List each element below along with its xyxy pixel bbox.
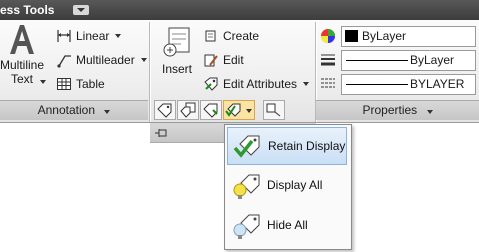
edit-label: Edit: [223, 53, 244, 67]
block-panel-title[interactable]: [150, 120, 316, 122]
color-wheel-icon[interactable]: [320, 28, 336, 44]
block-extra-button[interactable]: [263, 100, 285, 120]
annotation-panel-title-text: Annotation: [37, 103, 96, 117]
ribbon: Multiline Text Linear Multileader Table: [0, 20, 479, 123]
multiline-text-label-2: Text: [10, 72, 33, 86]
properties-panel-title-text: Properties: [362, 103, 418, 117]
multiline-text-label-1: Multiline: [0, 58, 45, 72]
linear-label: Linear: [76, 29, 110, 43]
annotation-panel-expand-icon: [104, 110, 111, 114]
create-block-icon: [203, 28, 219, 44]
multileader-label: Multileader: [76, 53, 135, 67]
insert-label: Insert: [161, 62, 192, 76]
color-swatch: [345, 30, 358, 42]
attribute-display-button[interactable]: [223, 100, 255, 120]
display-all-icon: [233, 174, 260, 199]
multiline-text-button[interactable]: Multiline Text: [0, 22, 44, 98]
attribute-definition-button[interactable]: [154, 100, 176, 120]
block-extra-icon: [266, 103, 281, 117]
linetype-select[interactable]: BYLAYER: [341, 74, 476, 95]
menu-item-hide-all[interactable]: Hide All: [227, 207, 347, 245]
multileader-icon: [56, 52, 72, 68]
edit-block-icon: [203, 52, 219, 68]
linear-dropdown-icon: [115, 34, 122, 38]
linetype-value: BYLAYER: [410, 77, 465, 91]
color-select[interactable]: ByLayer: [341, 26, 476, 47]
table-icon: [56, 76, 72, 92]
window-title: ess Tools: [0, 3, 55, 17]
table-label: Table: [76, 77, 105, 91]
sync-tag-icon: [203, 103, 218, 118]
synchronize-attributes-button[interactable]: [200, 100, 222, 120]
menu-item-retain-display[interactable]: Retain Display: [227, 127, 347, 165]
manage-attributes-button[interactable]: [177, 100, 199, 120]
display-all-label: Display All: [267, 178, 323, 192]
edit-block-button[interactable]: Edit: [203, 52, 244, 68]
title-strip: ess Tools: [0, 0, 479, 21]
attribute-display-menu: Retain Display Display All Hide All: [224, 124, 352, 250]
linetype-sample: [346, 84, 408, 85]
panel-separator: [149, 22, 150, 122]
lineweight-icon[interactable]: [320, 52, 336, 68]
retain-display-icon: [233, 135, 260, 158]
edit-attributes-button[interactable]: Edit Attributes: [203, 76, 310, 92]
insert-block-icon: [163, 27, 190, 57]
create-label: Create: [223, 29, 260, 43]
hide-all-label: Hide All: [267, 218, 308, 232]
attribute-display-dropdown-icon: [246, 109, 252, 113]
linear-dimension-button[interactable]: Linear: [56, 28, 122, 44]
multiline-text-dropdown-icon[interactable]: [40, 80, 46, 84]
multileader-dropdown-icon: [140, 58, 147, 62]
create-block-button[interactable]: Create: [203, 28, 259, 44]
hide-all-icon: [233, 214, 260, 239]
color-value: ByLayer: [362, 29, 407, 43]
edit-attributes-label: Edit Attributes: [223, 77, 298, 91]
edit-attributes-icon: [203, 76, 219, 92]
attribute-tag-icon: [157, 103, 172, 118]
lineweight-select[interactable]: ByLayer: [341, 50, 476, 71]
text-a-icon: [10, 25, 34, 54]
lineweight-value: ByLayer: [410, 53, 455, 67]
lineweight-sample: [346, 60, 408, 61]
edit-attributes-dropdown-icon: [303, 82, 310, 86]
properties-panel-expand-icon: [426, 110, 433, 114]
insert-button[interactable]: Insert: [156, 24, 198, 80]
linetype-icon[interactable]: [320, 76, 336, 92]
linear-dimension-icon: [56, 28, 72, 44]
attribute-display-icon: [225, 103, 241, 117]
menu-item-display-all[interactable]: Display All: [227, 167, 347, 205]
table-button[interactable]: Table: [56, 76, 105, 92]
manage-attributes-icon: [180, 102, 196, 118]
retain-display-label: Retain Display: [268, 139, 346, 153]
annotation-panel-title[interactable]: Annotation: [0, 100, 148, 120]
quick-access-dropdown-button[interactable]: [73, 5, 89, 15]
properties-panel-title[interactable]: Properties: [316, 100, 479, 120]
multileader-button[interactable]: Multileader: [56, 52, 147, 68]
pin-icon[interactable]: [154, 127, 168, 139]
